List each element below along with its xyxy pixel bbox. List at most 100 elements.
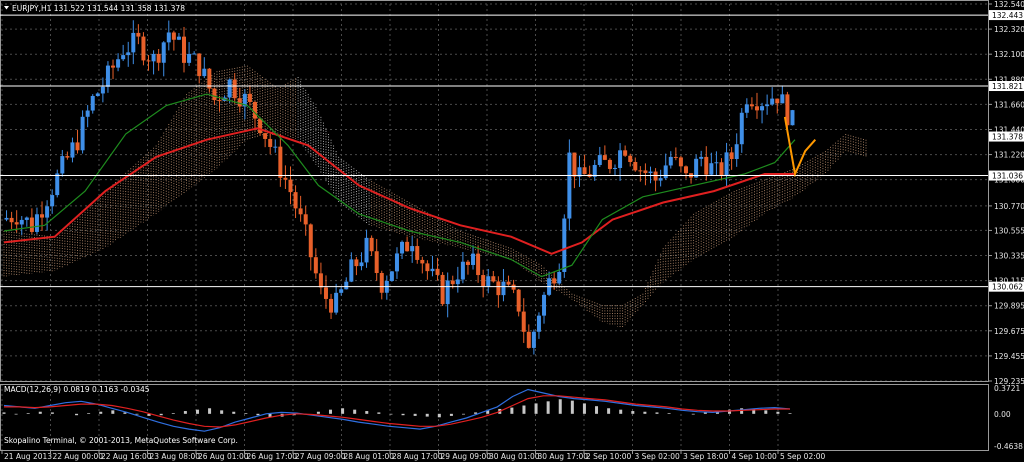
candle-bear[interactable] (643, 170, 648, 174)
candle-bull[interactable] (100, 86, 105, 94)
candle-bear[interactable] (516, 289, 521, 312)
candle-bear[interactable] (623, 150, 628, 156)
candle-bull[interactable] (227, 79, 232, 98)
candle-bear[interactable] (298, 208, 303, 215)
candle-bull[interactable] (4, 217, 9, 220)
candle-bull[interactable] (192, 53, 197, 55)
candle-bull[interactable] (648, 171, 653, 174)
candle-bull[interactable] (359, 262, 364, 267)
candle-bull[interactable] (557, 271, 562, 284)
candle-bear[interactable] (602, 155, 607, 160)
candle-bear[interactable] (247, 93, 252, 102)
candle-bull[interactable] (60, 156, 65, 174)
candle-bull[interactable] (734, 144, 739, 160)
candle-bull[interactable] (151, 53, 156, 62)
candle-bear[interactable] (318, 273, 323, 288)
candle-bear[interactable] (14, 222, 19, 225)
candle-bear[interactable] (481, 275, 486, 287)
candle-bull[interactable] (121, 55, 126, 60)
candle-bull[interactable] (663, 165, 668, 179)
candle-bear[interactable] (415, 246, 420, 260)
candle-bear[interactable] (552, 278, 557, 284)
candle-bull[interactable] (334, 292, 339, 313)
candle-bull[interactable] (34, 214, 39, 232)
candle-bear[interactable] (405, 241, 410, 252)
candle-bear[interactable] (678, 157, 683, 167)
candle-bull[interactable] (744, 104, 749, 113)
candle-bear[interactable] (420, 259, 425, 264)
candle-bull[interactable] (501, 281, 506, 296)
candle-bear[interactable] (252, 101, 257, 119)
candle-bear[interactable] (607, 159, 612, 169)
candle-bear[interactable] (268, 138, 273, 147)
candle-bull[interactable] (176, 36, 181, 40)
candle-bull[interactable] (116, 59, 121, 68)
candle-bull[interactable] (770, 98, 775, 105)
candle-bear[interactable] (683, 166, 688, 174)
candle-bull[interactable] (344, 281, 349, 290)
candle-bull[interactable] (389, 271, 394, 281)
candle-bear[interactable] (288, 179, 293, 193)
candle-bear[interactable] (9, 217, 14, 223)
candle-bear[interactable] (75, 142, 80, 151)
candle-bull[interactable] (187, 53, 192, 63)
candle-bear[interactable] (465, 261, 470, 265)
candle-bull[interactable] (460, 261, 465, 280)
candle-bull[interactable] (105, 65, 110, 87)
candle-bear[interactable] (258, 118, 263, 134)
candle-bear[interactable] (628, 155, 633, 162)
candle-bear[interactable] (450, 280, 455, 285)
candle-bull[interactable] (658, 178, 663, 181)
candle-bull[interactable] (709, 163, 714, 175)
candle-bull[interactable] (790, 110, 795, 126)
candle-bear[interactable] (293, 192, 298, 209)
candle-bear[interactable] (329, 298, 334, 313)
candle-bull[interactable] (739, 112, 744, 145)
candle-bull[interactable] (364, 237, 369, 263)
candle-bear[interactable] (212, 88, 217, 101)
candle-bull[interactable] (55, 173, 60, 196)
candle-bull[interactable] (400, 241, 405, 254)
candle-bull[interactable] (765, 104, 770, 107)
candle-bear[interactable] (491, 276, 496, 282)
candle-bull[interactable] (202, 68, 207, 77)
candle-bear[interactable] (379, 273, 384, 293)
candle-bear[interactable] (440, 274, 445, 305)
candle-bear[interactable] (146, 60, 151, 62)
candle-bull[interactable] (394, 253, 399, 272)
candle-bull[interactable] (430, 268, 435, 272)
candle-bear[interactable] (283, 177, 288, 180)
candle-bull[interactable] (95, 93, 100, 96)
candle-bear[interactable] (217, 100, 222, 102)
candle-bull[interactable] (85, 110, 90, 117)
symbol-header[interactable]: EURJPY,H1 131.522 131.544 131.358 131.37… (4, 4, 185, 13)
candle-bull[interactable] (445, 280, 450, 305)
candle-bear[interactable] (506, 281, 511, 285)
candle-bear[interactable] (308, 224, 313, 258)
candle-bear[interactable] (29, 217, 34, 232)
candle-bear[interactable] (754, 106, 759, 111)
candle-bear[interactable] (278, 146, 283, 178)
candle-bear[interactable] (141, 36, 146, 61)
candle-bull[interactable] (166, 32, 171, 43)
candle-bull[interactable] (19, 219, 24, 225)
candle-bear[interactable] (303, 214, 308, 225)
candle-bull[interactable] (161, 42, 166, 63)
candle-bull[interactable] (542, 294, 547, 316)
candle-bull[interactable] (724, 152, 729, 176)
trading-chart[interactable]: 132.540132.320132.100131.880131.660131.4… (0, 0, 1024, 462)
candle-bull[interactable] (714, 162, 719, 164)
candle-bear[interactable] (719, 162, 724, 176)
candle-bull[interactable] (780, 94, 785, 104)
candle-bull[interactable] (45, 206, 50, 218)
candle-bull[interactable] (80, 116, 85, 151)
candle-bear[interactable] (171, 32, 176, 40)
candle-bear[interactable] (65, 156, 70, 158)
candle-bull[interactable] (50, 195, 55, 207)
candle-bear[interactable] (435, 268, 440, 275)
candle-bear[interactable] (749, 104, 754, 107)
candle-bear[interactable] (425, 263, 430, 272)
candle-bull[interactable] (668, 156, 673, 166)
candle-bear[interactable] (313, 257, 318, 274)
candle-bull[interactable] (694, 158, 699, 178)
